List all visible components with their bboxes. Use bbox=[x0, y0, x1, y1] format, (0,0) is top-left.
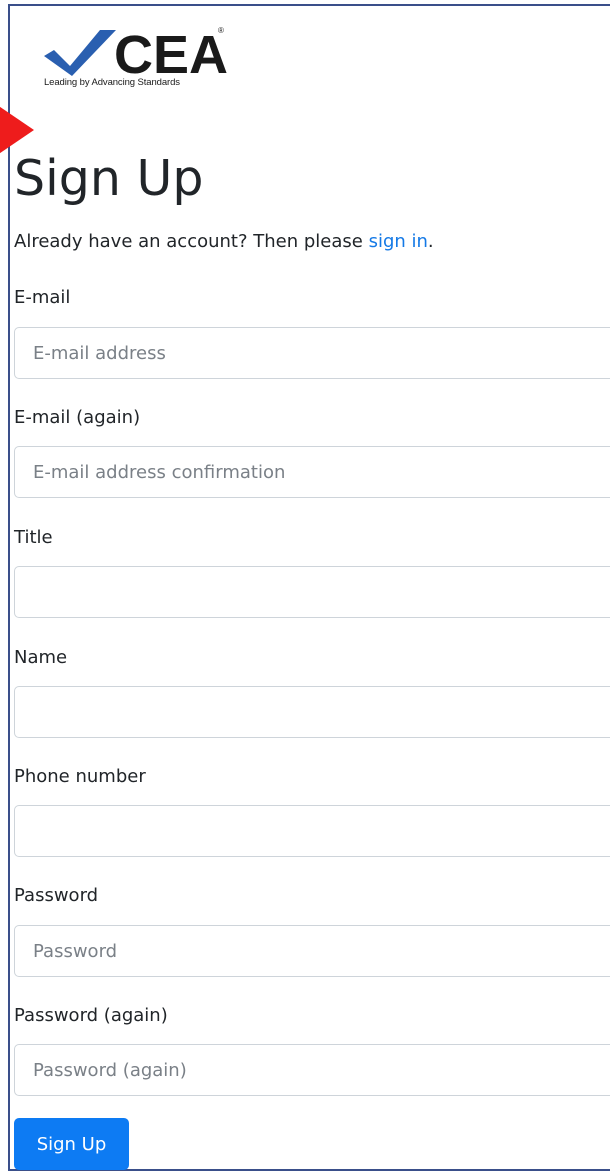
phone-label: Phone number bbox=[14, 766, 146, 787]
signup-button[interactable]: Sign Up bbox=[14, 1118, 129, 1170]
password-confirm-field[interactable] bbox=[14, 1044, 610, 1096]
logo-tagline: Leading by Advancing Standards bbox=[44, 77, 180, 88]
password-label: Password bbox=[14, 885, 99, 906]
signin-prompt: Already have an account? Then please sig… bbox=[14, 231, 434, 252]
title-field[interactable] bbox=[14, 566, 610, 618]
phone-field[interactable] bbox=[14, 805, 610, 857]
password-field[interactable] bbox=[14, 925, 610, 977]
email-confirm-field[interactable] bbox=[14, 446, 610, 498]
registered-mark: ® bbox=[218, 26, 224, 35]
email-label: E-mail bbox=[14, 287, 71, 308]
name-field[interactable] bbox=[14, 686, 610, 738]
checkmark-icon: CEA bbox=[44, 25, 228, 85]
email-field[interactable] bbox=[14, 327, 610, 379]
page-title: Sign Up bbox=[14, 150, 204, 207]
signin-prompt-end: . bbox=[427, 231, 434, 252]
password-again-label: Password (again) bbox=[14, 1005, 168, 1026]
logo-wordmark: CEA bbox=[114, 26, 228, 78]
name-label: Name bbox=[14, 647, 68, 668]
title-label: Title bbox=[14, 527, 53, 548]
signin-link[interactable]: sign in bbox=[369, 231, 428, 252]
email-again-label: E-mail (again) bbox=[14, 407, 141, 428]
signin-prompt-text: Already have an account? Then please bbox=[14, 231, 369, 252]
cea-logo: CEA ® Leading by Advancing Standards bbox=[44, 25, 234, 94]
